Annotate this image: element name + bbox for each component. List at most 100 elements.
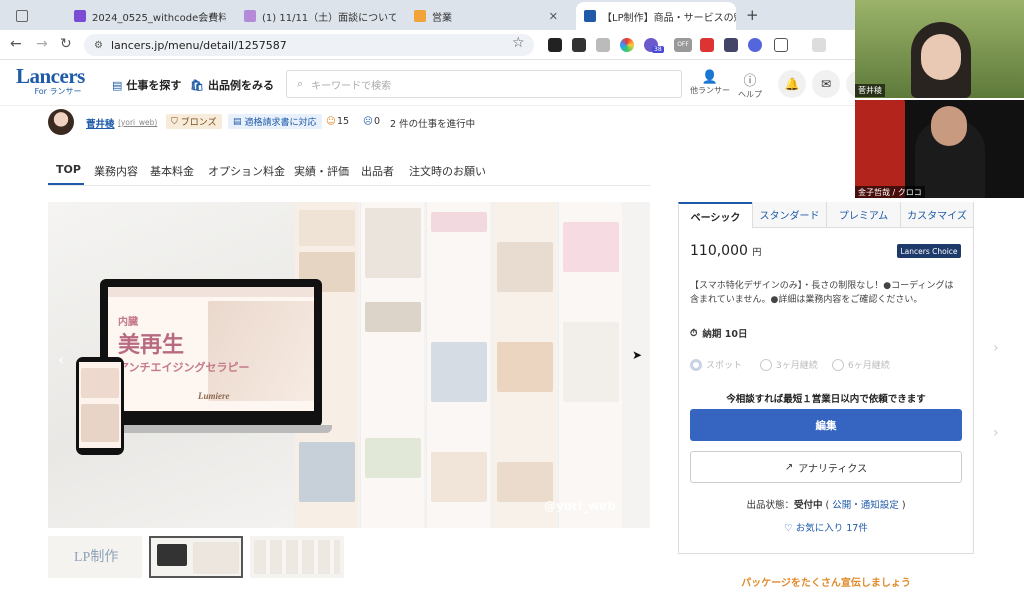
tab-service-details[interactable]: 業務内容 (94, 163, 138, 179)
notification-bell-button[interactable]: 🔔 (778, 70, 806, 98)
rank-badge: ⛉ ブロンズ (166, 114, 222, 129)
option-6months-radio[interactable]: 6ヶ月継続 (832, 358, 890, 371)
close-icon[interactable]: ✕ (549, 10, 558, 23)
bookmark-star-icon[interactable]: ☆ (512, 35, 525, 51)
tab-top[interactable]: TOP (56, 163, 81, 176)
analytics-button[interactable]: ↗ アナリティクス (690, 451, 962, 483)
jobs-in-progress: 2 件の仕事を進行中 (390, 119, 476, 130)
other-lancers-link[interactable]: 👤 他ランサー (690, 70, 730, 96)
option-spot-radio[interactable]: スポット (690, 358, 742, 371)
seller-name-link[interactable]: 菅井稜 (86, 116, 115, 130)
tab-basic-price[interactable]: 基本料金 (150, 163, 194, 179)
help-label: ヘルプ (738, 90, 762, 99)
url-omnibox[interactable]: ⚙ lancers.jp/menu/detail/1257587 (84, 34, 534, 56)
back-arrow-icon[interactable]: ← (10, 36, 22, 52)
tab-seller[interactable]: 出品者 (361, 163, 394, 179)
option-label: 3ヶ月継続 (776, 361, 818, 371)
help-icon: ⓘ (743, 74, 757, 89)
tab-title: 2024_0525_withcode会費料 (92, 12, 226, 24)
extension-off-icon[interactable]: OFF (674, 38, 692, 52)
browser-tab-sales[interactable]: 営業 ✕ (406, 4, 566, 28)
notify-settings-link[interactable]: 通知設定 (861, 500, 899, 511)
lp-brand: Lumiere (198, 391, 230, 401)
side-arrow-icon: › (993, 425, 999, 441)
public-link[interactable]: 公開 (832, 500, 851, 511)
clock-icon: ⏱ (690, 327, 698, 339)
favorite-count[interactable]: ♡ お気に入り 17件 (678, 520, 974, 534)
mouse-cursor-icon: ➤ (632, 348, 643, 362)
option-label: 6ヶ月継続 (848, 361, 890, 371)
favorite-label: お気に入り 17件 (795, 523, 868, 534)
lancers-choice-badge: Lancers Choice (897, 244, 961, 258)
browser-tab-lp[interactable]: 【LP制作】商品・サービスの魅力 ✕ (576, 2, 736, 30)
site-settings-icon[interactable]: ⚙ (94, 40, 103, 51)
message-button[interactable]: ✉ (812, 70, 840, 98)
plan-tab-basic[interactable]: ベーシック (678, 202, 752, 228)
delivery-time: ⏱ 納期 10日 (690, 326, 747, 341)
bad-rating-icon: ☹ (363, 116, 373, 127)
browser-tab-meeting[interactable]: (1) 11/11（土）面談について ✕ (236, 4, 396, 28)
other-lancers-label: 他ランサー (690, 86, 730, 95)
extension-count-badge: 38 (652, 46, 664, 53)
url-text: lancers.jp/menu/detail/1257587 (110, 38, 287, 52)
extension-fx-icon[interactable] (548, 38, 562, 52)
shield-icon: ⛉ (171, 116, 178, 127)
price-currency: 円 (752, 248, 762, 258)
seller-handle[interactable]: (yori_web) (118, 118, 157, 127)
document-icon: ▤ (112, 78, 123, 92)
lp-title: 美再生 (118, 332, 185, 357)
search-placeholder: キーワードで検索 (311, 80, 392, 92)
forward-arrow-icon[interactable]: → (36, 36, 48, 52)
plan-tab-customize[interactable]: カスタマイズ (900, 202, 974, 228)
find-work-link[interactable]: ▤ 仕事を探す (112, 77, 181, 93)
extension-grid-icon[interactable] (572, 38, 586, 52)
extension-s-icon[interactable] (700, 38, 714, 52)
radio-circle (760, 358, 772, 371)
extension-color-icon[interactable] (620, 38, 634, 52)
edit-button[interactable]: 編集 (690, 409, 962, 441)
plan-description: 【スマホ特化デザインのみ】・長さの制限なし！●コーディングは含まれていません。●… (690, 281, 954, 305)
tab-title: (1) 11/11（土）面談について (262, 12, 396, 24)
person-icon: 👤 (701, 70, 719, 85)
gallery-thumbnail[interactable] (250, 536, 344, 578)
keyword-search-input[interactable]: ⌕ キーワードで検索 (286, 70, 682, 98)
extension-gear-icon[interactable] (748, 38, 762, 52)
gallery-thumbnail-selected[interactable] (149, 536, 243, 578)
tab-sidebar[interactable] (8, 4, 58, 28)
plan-tab-standard[interactable]: スタンダード (752, 202, 826, 228)
invoice-badge: ▤ 適格請求書に対応 (228, 114, 322, 129)
video-tile-1: 菅井稜 (855, 0, 1024, 98)
status-label: 出品状態： (746, 500, 794, 511)
gallery-prev-arrow-icon[interactable]: ‹ (58, 350, 64, 369)
lancers-logo[interactable]: Lancers For ランサー (16, 66, 100, 97)
tab-order-notes[interactable]: 注文時のお願い (409, 163, 486, 179)
chart-icon: ↗ (784, 461, 794, 473)
browser-tab-withcode[interactable]: 2024_0525_withcode会費料 ✕ (66, 4, 226, 28)
reload-icon[interactable]: ↻ (60, 36, 72, 52)
lp-preview-screen: 内臓 美再生 アンチエイジングセラピー Lumiere (108, 287, 314, 411)
seller-avatar[interactable] (48, 109, 74, 135)
tab-reviews[interactable]: 実績・評価 (294, 163, 349, 179)
help-link[interactable]: ⓘ ヘルプ (738, 70, 762, 100)
sidebar-icon (16, 10, 28, 22)
promote-package-link[interactable]: パッケージをたくさん宣伝しましょう (678, 574, 974, 589)
option-3months-radio[interactable]: 3ヶ月継続 (760, 358, 818, 371)
cart-icon: 🛍 (190, 78, 204, 92)
extension-camera-icon[interactable] (596, 38, 610, 52)
tab-option-price[interactable]: オプション料金 (208, 163, 285, 179)
plan-tab-premium[interactable]: プレミアム (826, 202, 900, 228)
portfolio-link[interactable]: 🛍 出品例をみる (190, 77, 274, 93)
lp-label-small: 内臓 (118, 317, 138, 328)
gallery-watermark: @yori_web (544, 499, 616, 513)
bell-icon: 🔔 (784, 77, 800, 91)
analytics-label: アナリティクス (798, 463, 868, 475)
thumbnail-label: LP制作 (74, 550, 119, 565)
new-tab-button[interactable]: + (746, 6, 759, 24)
extension-card-icon[interactable] (724, 38, 738, 52)
gallery-thumbnail[interactable]: LP制作 (48, 536, 142, 578)
extension-misc-icon[interactable] (812, 38, 826, 52)
quick-order-notice: 今相談すれば最短１営業日以内で依頼できます (726, 394, 926, 405)
radio-circle (690, 358, 702, 371)
tab-title: 【LP制作】商品・サービスの魅力 (602, 12, 736, 24)
extensions-puzzle-icon[interactable] (774, 38, 788, 52)
